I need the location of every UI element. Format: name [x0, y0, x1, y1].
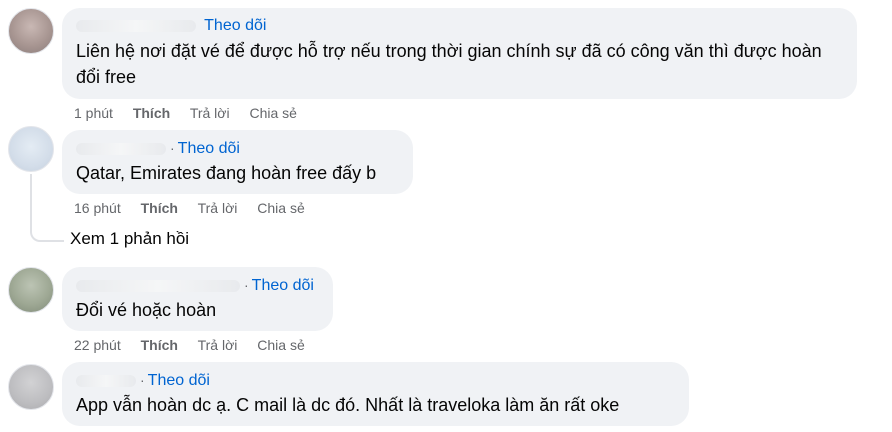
- share-button[interactable]: Chia sẻ: [257, 337, 304, 353]
- reply-button[interactable]: Trả lời: [198, 200, 238, 216]
- comment-actions: 16 phút Thích Trả lời Chia sẻ: [74, 199, 321, 217]
- redacted-author-name: [76, 19, 196, 32]
- share-button[interactable]: Chia sẻ: [257, 200, 304, 216]
- comment-timestamp[interactable]: 1 phút: [74, 105, 113, 121]
- comment-author-line: · Theo dõi: [76, 275, 319, 295]
- follow-link[interactable]: Theo dõi: [178, 140, 240, 157]
- follow-link[interactable]: Theo dõi: [148, 372, 210, 389]
- like-button[interactable]: Thích: [133, 105, 170, 121]
- comment-bubble: · Theo dõi Đổi vé hoặc hoàn: [62, 267, 333, 331]
- reply-button[interactable]: Trả lời: [190, 105, 230, 121]
- comment-text: App vẫn hoàn dc ạ. C mail là dc đó. Nhất…: [76, 395, 620, 415]
- comment-timestamp[interactable]: 22 phút: [74, 337, 121, 353]
- redacted-author-name: [76, 374, 136, 387]
- separator-dot: ·: [244, 277, 249, 293]
- comment-bubble: Theo dõi Liên hệ nơi đặt vé để được hỗ t…: [62, 8, 857, 99]
- comment-timestamp[interactable]: 16 phút: [74, 200, 121, 216]
- redacted-author-name: [76, 142, 166, 155]
- separator-dot: ·: [170, 140, 175, 156]
- avatar[interactable]: [8, 8, 54, 54]
- follow-link[interactable]: Theo dõi: [204, 17, 266, 34]
- comment-text: Đổi vé hoặc hoàn: [76, 300, 217, 320]
- redacted-author-name: [76, 279, 240, 292]
- comment-text: Liên hệ nơi đặt vé để được hỗ trợ nếu tr…: [76, 41, 822, 87]
- comment-text: Qatar, Emirates đang hoàn free đấy b: [76, 163, 377, 183]
- comment-bubble: · Theo dõi App vẫn hoàn dc ạ. C mail là d…: [62, 362, 689, 426]
- like-button[interactable]: Thích: [141, 337, 178, 353]
- avatar[interactable]: [8, 126, 54, 172]
- comment-actions: 22 phút Thích Trả lời Chia sẻ: [74, 336, 321, 354]
- thread-connector: [30, 174, 64, 242]
- avatar[interactable]: [8, 267, 54, 313]
- avatar[interactable]: [8, 364, 54, 410]
- like-button[interactable]: Thích: [141, 200, 178, 216]
- comment-bubble: · Theo dõi Qatar, Emirates đang hoàn free…: [62, 130, 413, 194]
- comment-author-line: Theo dõi: [76, 16, 843, 36]
- comment-actions: 1 phút Thích Trả lời Chia sẻ: [74, 104, 313, 122]
- separator-dot: ·: [140, 372, 145, 388]
- follow-link[interactable]: Theo dõi: [252, 277, 314, 294]
- view-replies-link[interactable]: Xem 1 phản hồi: [70, 229, 189, 249]
- comment-author-line: · Theo dõi: [76, 370, 675, 390]
- comment-author-line: · Theo dõi: [76, 138, 399, 158]
- share-button[interactable]: Chia sẻ: [249, 105, 296, 121]
- reply-button[interactable]: Trả lời: [198, 337, 238, 353]
